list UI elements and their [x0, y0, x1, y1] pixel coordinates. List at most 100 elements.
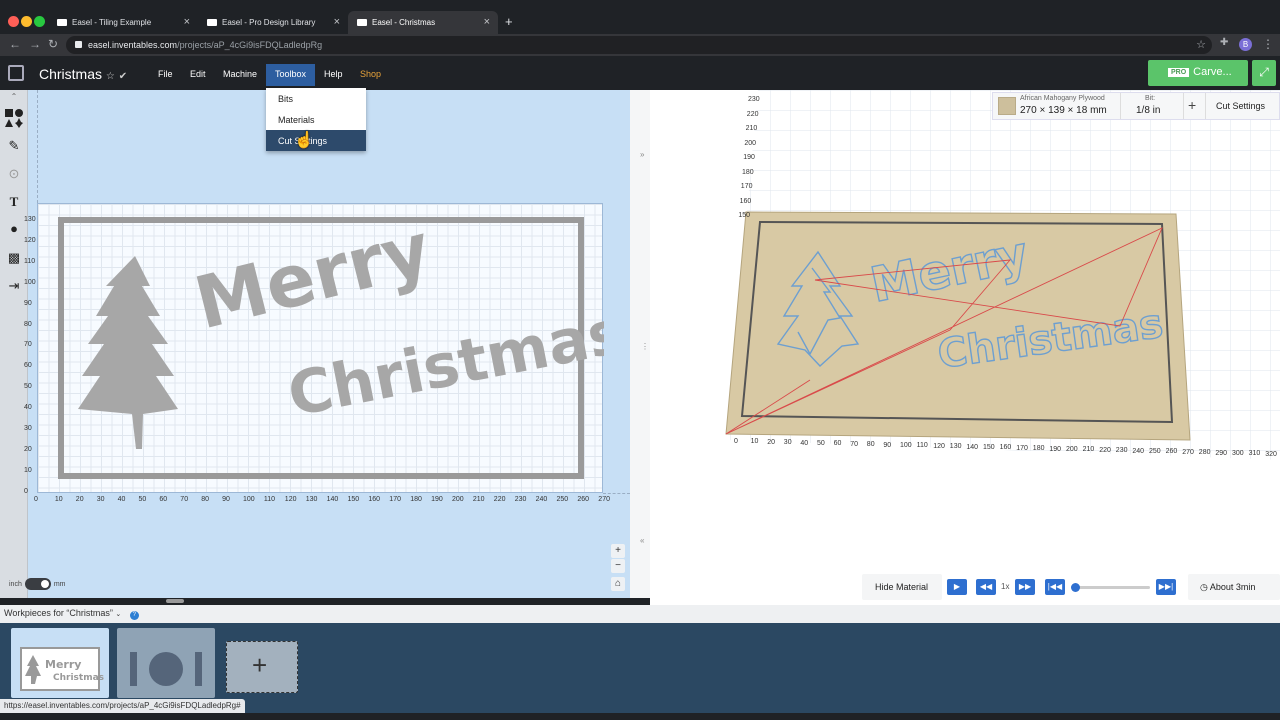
close-tab-icon[interactable]: × — [334, 16, 340, 28]
tab-pro-design-library[interactable]: Easel - Pro Design Library × — [198, 11, 348, 34]
cut-settings-button[interactable]: Cut Settings — [1216, 101, 1265, 111]
preview-x-tick: 120 — [933, 442, 945, 450]
design-canvas[interactable]: Merry Christmas 0 10 20 30 40 50 60 70 80 90 100 11… — [9, 90, 635, 603]
preview-x-tick: 280 — [1198, 449, 1211, 457]
guide-line — [603, 493, 630, 494]
x-tick-label: 170 — [389, 496, 401, 503]
project-title[interactable]: Christmas ☆ ✔ — [39, 66, 127, 82]
menu-machine[interactable]: Machine — [214, 64, 266, 86]
bit-value[interactable]: 1/8 in — [1136, 105, 1160, 116]
preview-x-tick: 60 — [833, 440, 842, 448]
home-view-button[interactable]: ⌂ — [611, 577, 625, 591]
menu-help[interactable]: Help — [315, 64, 352, 86]
design-artwork[interactable]: Merry Christmas — [38, 204, 604, 494]
url-path: /projects/aP_4cGi9isFDQLadledpRg — [177, 40, 323, 50]
easel-logo-icon[interactable] — [8, 65, 24, 81]
text-icon[interactable]: T — [4, 194, 24, 214]
zoom-in-button[interactable]: + — [611, 544, 625, 558]
workpiece-christmas[interactable]: Merry Christmas — [11, 628, 109, 698]
material-name[interactable]: African Mahogany Plywood — [1020, 95, 1105, 102]
pane-divider[interactable]: » ⋮ « — [630, 90, 650, 598]
x-tick-label: 220 — [493, 496, 506, 503]
menu-item-materials[interactable]: Materials — [266, 109, 366, 130]
x-tick-label: 240 — [535, 496, 548, 503]
thumb-christmas: Christmas — [53, 673, 104, 683]
slower-button[interactable]: ◀◀ — [976, 579, 996, 595]
menu-shop[interactable]: Shop — [351, 64, 390, 86]
forward-icon[interactable]: → — [29, 37, 41, 51]
merry-text[interactable]: Merry — [187, 206, 439, 345]
bit-label: Bit: — [1145, 95, 1156, 102]
menu-file[interactable]: File — [149, 64, 182, 86]
maximize-window-icon[interactable] — [34, 16, 45, 27]
y-tick-label: 80 — [24, 320, 32, 328]
workpiece-2[interactable] — [117, 628, 215, 698]
target-icon[interactable]: ⊙ — [4, 166, 24, 186]
preview-x-tick: 230 — [1115, 447, 1128, 455]
hide-material-button[interactable]: Hide Material — [862, 574, 942, 600]
menu-edit[interactable]: Edit — [181, 64, 215, 86]
extensions-icon[interactable]: ✚ — [1220, 37, 1228, 48]
profile-avatar[interactable]: B — [1239, 38, 1252, 51]
drag-handle-icon[interactable]: ⋮ — [641, 342, 649, 351]
x-tick-label: 120 — [284, 496, 297, 503]
preview-scene[interactable]: Merry Christmas — [650, 90, 1280, 570]
menu-toolbox[interactable]: Toolbox — [266, 64, 316, 86]
preview-x-tick: 10 — [750, 438, 759, 446]
add-bit-button[interactable]: + — [1188, 97, 1196, 113]
close-tab-icon[interactable]: × — [184, 16, 190, 28]
skip-end-button[interactable]: ▶▶| — [1156, 579, 1176, 595]
skip-start-button[interactable]: |◀◀ — [1045, 579, 1065, 595]
carve-label: Carve... — [1193, 66, 1232, 78]
reload-icon[interactable]: ↻ — [48, 37, 58, 51]
material-dimensions[interactable]: 270 × 139 × 18 mm — [1020, 105, 1107, 116]
preview-y-tick: 230 — [748, 96, 760, 103]
expand-left-icon[interactable]: « — [640, 536, 644, 545]
playback-slider[interactable] — [1071, 583, 1150, 592]
box-icon[interactable]: ▩ — [4, 250, 24, 270]
preview-x-tick: 110 — [916, 442, 928, 450]
favorite-star-icon[interactable]: ☆ — [106, 71, 115, 82]
unit-toggle[interactable]: inch mm — [9, 578, 66, 590]
tab-christmas[interactable]: Easel - Christmas × — [348, 11, 498, 34]
url-field[interactable]: easel.inventables.com/projects/aP_4cGi9i… — [66, 36, 1212, 54]
fullscreen-icon[interactable]: ⤢ — [1252, 60, 1276, 86]
material-board[interactable]: Merry Christmas — [37, 203, 604, 494]
3d-preview[interactable]: Merry Christmas 230 220 210 200 190 180 170 160… — [650, 90, 1280, 605]
tree-shape[interactable] — [78, 256, 178, 449]
play-button[interactable]: ▶ — [947, 579, 967, 595]
kebab-menu-icon[interactable]: ⋮ — [1262, 37, 1274, 51]
playback-knob[interactable] — [1071, 583, 1080, 592]
import-icon[interactable]: ⇥ — [4, 278, 24, 298]
preview-x-tick: 130 — [949, 443, 962, 451]
tab-tiling-example[interactable]: Easel - Tiling Example × — [48, 11, 198, 34]
zoom-out-button[interactable]: − — [611, 559, 625, 573]
x-tick-label: 190 — [431, 496, 443, 503]
close-window-icon[interactable] — [8, 16, 19, 27]
apple-icon[interactable]: ● — [4, 221, 24, 241]
minimize-window-icon[interactable] — [21, 16, 32, 27]
menu-item-bits[interactable]: Bits — [266, 88, 366, 109]
chevron-down-icon[interactable]: ⌄ — [115, 611, 121, 618]
bookmark-star-icon[interactable]: ☆ — [1196, 38, 1206, 51]
pen-icon[interactable]: ✎ — [4, 138, 24, 158]
horizontal-scrollbar[interactable] — [166, 599, 184, 603]
expand-right-icon[interactable]: » — [640, 150, 644, 159]
workpieces-label[interactable]: Workpieces for “Christmas” — [4, 608, 113, 618]
new-tab-button[interactable]: + — [505, 14, 513, 29]
material-swatch-icon[interactable] — [998, 97, 1016, 115]
menu-item-cut-settings[interactable]: Cut Settings — [266, 130, 366, 151]
back-icon[interactable]: ← — [9, 37, 21, 51]
christmas-text[interactable]: Christmas — [283, 297, 604, 431]
y-tick-label: 20 — [24, 445, 32, 453]
faster-button[interactable]: ▶▶ — [1015, 579, 1035, 595]
shapes-icon[interactable] — [4, 108, 24, 128]
add-workpiece-button[interactable]: + — [226, 641, 298, 693]
preview-y-tick: 210 — [745, 125, 758, 132]
y-tick-label: 60 — [24, 362, 32, 370]
carve-button[interactable]: PRO Carve... — [1148, 60, 1248, 86]
help-icon[interactable]: ? — [129, 611, 139, 620]
x-tick-label: 180 — [410, 496, 422, 503]
unit-switch[interactable] — [24, 578, 51, 590]
close-tab-icon[interactable]: × — [484, 16, 490, 28]
